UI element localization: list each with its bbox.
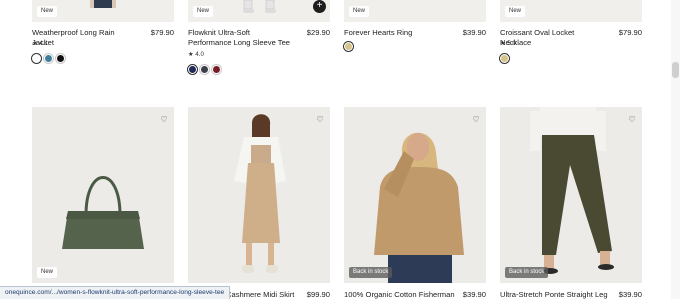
heart-icon[interactable]: ♡ [159,115,169,125]
product-image[interactable]: New [344,0,486,22]
product-price: $39.90 [462,290,486,299]
product-price: $79.90 [618,28,642,37]
color-swatches [188,65,221,74]
new-badge: New [505,6,526,17]
color-swatch[interactable] [44,54,53,63]
status-bar-url: onequince.com/.../women-s-flowknit-ultra… [0,286,231,299]
product-title[interactable]: Forever Hearts Ring [344,28,448,38]
product-image[interactable]: Back in stock ♡ [500,107,642,283]
product-price: $79.90 [150,28,174,37]
color-swatch[interactable] [500,54,509,63]
page-scrollbar[interactable] [671,0,680,299]
product-rating: ★ 5.0 [500,40,516,47]
scrollbar-thumb[interactable] [672,62,679,78]
rating-value: 4.0 [195,51,204,58]
product-image[interactable]: New [500,0,642,22]
model-olive-pants-image [530,107,614,274]
product-price: $39.90 [618,290,642,299]
product-image[interactable]: New ♡ [32,107,174,283]
color-swatch[interactable] [188,65,197,74]
product-image[interactable]: ♡ [188,107,330,283]
model-knit-set-image [234,114,286,273]
back-in-stock-badge: Back in stock [349,267,393,278]
star-icon: ★ [32,40,38,47]
color-swatches [500,54,509,63]
star-icon: ★ [500,40,506,47]
product-price: $39.90 [462,28,486,37]
product-image[interactable]: New [32,0,174,22]
color-swatch[interactable] [344,42,353,51]
new-badge: New [193,6,214,17]
product-rating: ★ 4.0 [188,51,204,58]
plus-icon[interactable]: + [313,0,326,13]
rating-value: 5.0 [507,40,516,47]
color-swatches [32,54,65,63]
star-icon: ★ [188,51,194,58]
heart-icon[interactable]: ♡ [471,115,481,125]
heart-icon[interactable]: ♡ [315,115,325,125]
new-badge: New [37,6,58,17]
product-image[interactable]: New + [188,0,330,22]
color-swatch[interactable] [200,65,209,74]
model-tan-sweater-image [374,132,464,283]
heart-icon[interactable]: ♡ [627,115,637,125]
product-rating: ★ 4.1 [32,40,48,47]
color-swatch[interactable] [212,65,221,74]
back-in-stock-badge: Back in stock [505,267,549,278]
new-badge: New [349,6,370,17]
color-swatch[interactable] [56,54,65,63]
product-price: $99.90 [306,290,330,299]
product-title[interactable]: Flowknit Ultra-Soft Performance Long Sle… [188,28,292,48]
product-price: $29.90 [306,28,330,37]
new-badge: New [37,267,58,278]
color-swatch[interactable] [32,54,41,63]
rating-value: 4.1 [39,40,48,47]
product-image[interactable]: Back in stock ♡ [344,107,486,283]
color-swatches [344,42,353,51]
tote-bag-image [62,176,144,249]
